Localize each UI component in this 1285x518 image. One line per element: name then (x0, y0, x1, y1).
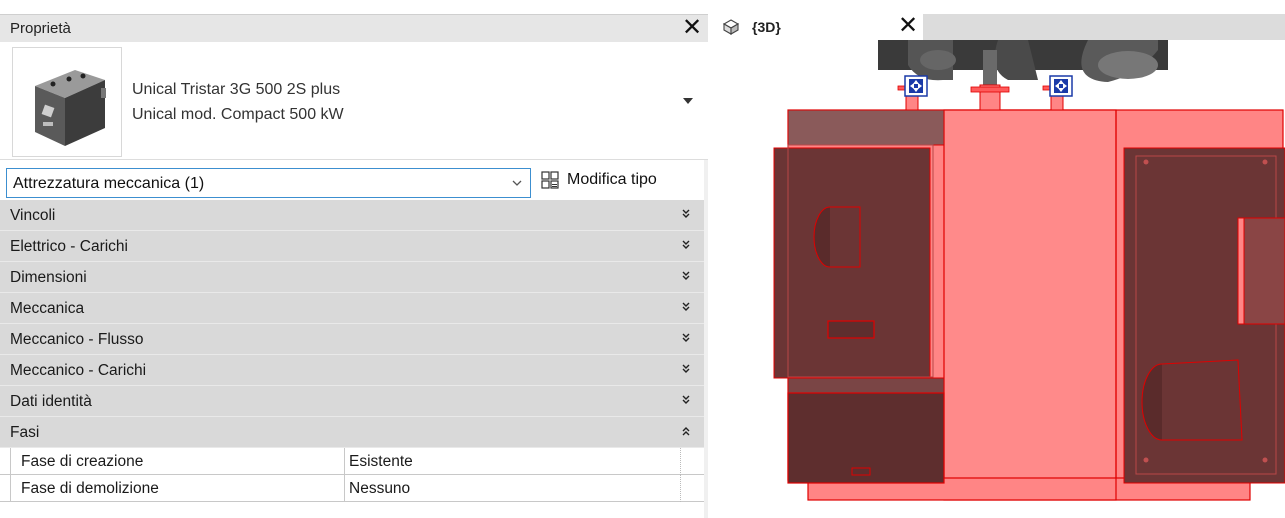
double-chevron-down-icon (682, 333, 690, 342)
property-groups: Vincoli Elettrico - Carichi Dimensioni M… (0, 200, 708, 502)
3d-view-window: {3D} ✕ (708, 0, 1285, 518)
group-elettrico-carichi[interactable]: Elettrico - Carichi (0, 231, 704, 262)
properties-close-button[interactable]: ✕ (680, 16, 704, 40)
property-name: Fase di creazione (10, 448, 345, 475)
properties-header: Proprietà ✕ (0, 14, 708, 42)
group-label: Dati identità (10, 393, 92, 410)
boiler-thumbnail-icon (35, 70, 106, 146)
group-label: Meccanico - Carichi (10, 362, 147, 379)
3d-view-icon (722, 19, 740, 35)
group-vincoli[interactable]: Vincoli (0, 200, 704, 231)
properties-panel: Proprietà ✕ Unical Tristar 3G 500 2S plu… (0, 0, 708, 518)
property-row: Fase di demolizione Nessuno (0, 475, 704, 502)
type-name: Unical mod. Compact 500 kW (132, 106, 344, 123)
tab-label: {3D} (752, 19, 781, 35)
tab-close-button[interactable]: ✕ (896, 14, 920, 38)
group-label: Meccanica (10, 300, 85, 317)
double-chevron-down-icon (682, 240, 690, 249)
instance-filter-row: Attrezzatura meccanica (1) Modifica tipo (0, 162, 708, 200)
group-label: Meccanico - Flusso (10, 331, 144, 348)
properties-title: Proprietà (10, 20, 71, 37)
chevron-down-icon (512, 180, 522, 186)
edit-type-label: Modifica tipo (567, 171, 657, 188)
group-label: Fasi (10, 424, 40, 441)
double-chevron-down-icon (682, 395, 690, 404)
edit-type-icon (541, 171, 559, 189)
double-chevron-down-icon (682, 271, 690, 280)
group-dimensioni[interactable]: Dimensioni (0, 262, 704, 293)
connector-grip-right[interactable] (1049, 75, 1073, 97)
instance-filter-select[interactable]: Attrezzatura meccanica (1) (6, 168, 531, 198)
double-chevron-down-icon (682, 302, 690, 311)
chevron-down-icon[interactable] (680, 93, 696, 109)
view-tab-bar: {3D} ✕ (708, 14, 1285, 40)
type-family-name: Unical Tristar 3G 500 2S plus (132, 81, 341, 98)
connector-grip-left[interactable] (904, 75, 928, 97)
property-value[interactable]: Nessuno (345, 475, 681, 502)
type-selector[interactable]: Unical Tristar 3G 500 2S plus Unical mod… (0, 43, 708, 160)
tab-3d-view[interactable]: {3D} ✕ (708, 14, 923, 40)
boiler-selected[interactable] (773, 109, 1285, 501)
group-dati-identita[interactable]: Dati identità (0, 386, 704, 417)
property-name: Fase di demolizione (10, 475, 345, 502)
group-fasi[interactable]: Fasi (0, 417, 704, 448)
group-meccanico-flusso[interactable]: Meccanico - Flusso (0, 324, 704, 355)
group-label: Elettrico - Carichi (10, 238, 128, 255)
3d-canvas[interactable] (708, 40, 1285, 518)
edit-type-button[interactable]: Modifica tipo (540, 166, 702, 196)
property-value[interactable]: Esistente (345, 448, 681, 475)
group-label: Dimensioni (10, 269, 87, 286)
instance-filter-value: Attrezzatura meccanica (1) (13, 175, 205, 192)
double-chevron-down-icon (682, 364, 690, 373)
group-meccanica[interactable]: Meccanica (0, 293, 704, 324)
double-chevron-up-icon (682, 427, 690, 436)
type-thumbnail (12, 47, 122, 157)
double-chevron-down-icon (682, 209, 690, 218)
property-row: Fase di creazione Esistente (0, 448, 704, 475)
group-label: Vincoli (10, 207, 56, 224)
group-meccanico-carichi[interactable]: Meccanico - Carichi (0, 355, 704, 386)
